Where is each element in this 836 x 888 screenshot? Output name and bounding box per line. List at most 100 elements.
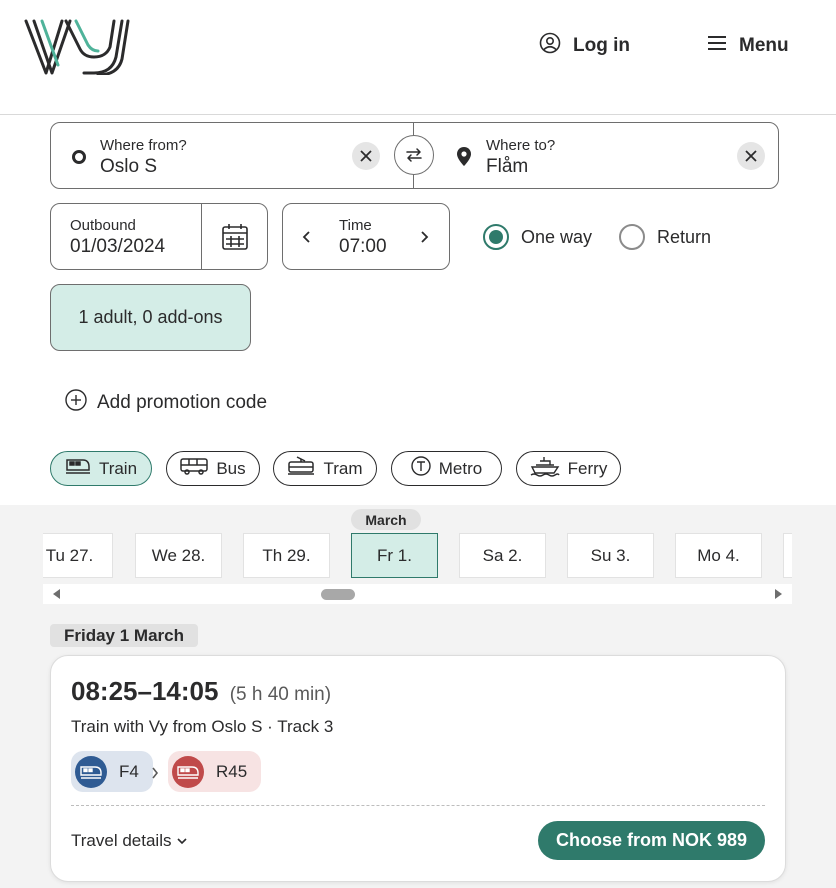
day-heading: Friday 1 March — [50, 624, 198, 647]
scroll-left-arrow-icon[interactable] — [52, 589, 62, 599]
destination-pin-icon — [457, 147, 471, 171]
date-item-mo-4[interactable]: Mo 4. — [675, 533, 762, 578]
outbound-label: Outbound — [70, 217, 136, 234]
swap-icon — [406, 148, 422, 162]
date-item-su-3[interactable]: Su 3. — [567, 533, 654, 578]
trip-card[interactable]: 08:25–14:05 (5 h 40 min) Train with Vy f… — [50, 655, 786, 882]
train-icon — [75, 755, 107, 788]
from-label: Where from? — [100, 137, 187, 154]
mode-tram-toggle[interactable]: Tram — [273, 451, 377, 486]
previous-time-button[interactable] — [302, 230, 312, 249]
choose-trip-button[interactable]: Choose from NOK 989 — [538, 821, 765, 860]
vy-logo[interactable] — [24, 19, 130, 77]
time-value-field[interactable]: Time 07:00 — [339, 217, 387, 258]
chevron-left-icon — [302, 231, 310, 243]
bus-icon — [180, 457, 209, 480]
clear-from-button[interactable] — [352, 142, 380, 170]
trip-time-range: 08:25–14:05 — [71, 676, 219, 706]
date-item-fr-1[interactable]: Fr 1. — [351, 533, 438, 578]
passengers-button[interactable]: 1 adult, 0 add-ons — [50, 284, 251, 351]
trip-times: 08:25–14:05 (5 h 40 min) — [71, 676, 331, 707]
close-icon — [360, 150, 372, 162]
date-item-th-29[interactable]: Th 29. — [243, 533, 330, 578]
origin-dot-icon — [72, 150, 86, 164]
leg-badge-f4: F4 — [71, 751, 153, 792]
login-button[interactable]: Log in — [539, 32, 630, 60]
outbound-date-field[interactable]: Outbound 01/03/2024 — [50, 203, 268, 270]
route-fields: Where from? Oslo S Where to? Flåm — [50, 122, 779, 189]
date-item-tu-27[interactable]: Tu 27. — [43, 533, 113, 578]
swap-stations-button[interactable] — [394, 135, 434, 175]
radio-unselected-icon — [619, 224, 645, 250]
mode-metro-label: Metro — [438, 458, 483, 478]
date-item-next[interactable] — [783, 533, 792, 578]
time-label: Time — [339, 217, 372, 234]
leg-badge-r45: R45 — [168, 751, 262, 792]
site-header: Log in Menu — [0, 0, 836, 115]
chevron-right-icon — [151, 766, 159, 782]
mode-bus-toggle[interactable]: Bus — [166, 451, 260, 486]
mode-train-label: Train — [98, 458, 138, 478]
date-item-we-28[interactable]: We 28. — [135, 533, 222, 578]
promo-label: Add promotion code — [97, 392, 268, 413]
date-label: Fr 1. — [377, 545, 412, 565]
clear-to-button[interactable] — [737, 142, 765, 170]
scroll-thumb[interactable] — [321, 589, 355, 600]
calendar-icon[interactable] — [221, 223, 249, 256]
date-label: Su 3. — [590, 545, 631, 565]
leg-line-label: F4 — [119, 761, 139, 781]
choose-trip-label: Choose from NOK 989 — [555, 830, 748, 850]
chevron-down-icon — [177, 838, 188, 845]
trip-description: Train with Vy from Oslo S · Track 3 — [71, 717, 334, 736]
radio-one-way-label: One way — [521, 226, 593, 247]
user-icon — [539, 32, 561, 60]
mode-ferry-label: Ferry — [567, 458, 608, 478]
mode-bus-label: Bus — [216, 458, 246, 478]
date-strip-scrollbar[interactable] — [43, 584, 792, 604]
train-icon — [65, 457, 91, 480]
passengers-label: 1 adult, 0 add-ons — [78, 307, 223, 327]
next-time-button[interactable] — [419, 230, 429, 249]
date-item-sa-2[interactable]: Sa 2. — [459, 533, 546, 578]
mode-ferry-toggle[interactable]: Ferry — [516, 451, 621, 486]
travel-details-label: Travel details — [71, 831, 172, 850]
scroll-right-arrow-icon[interactable] — [773, 589, 783, 599]
tram-icon — [287, 456, 315, 481]
metro-icon — [411, 456, 431, 481]
radio-selected-icon — [483, 224, 509, 250]
leg-line-label: R45 — [216, 761, 248, 781]
add-promo-code-button[interactable]: Add promotion code — [65, 389, 268, 417]
from-field[interactable]: Where from? Oslo S — [100, 137, 187, 178]
date-label: Tu 27. — [45, 545, 94, 565]
outbound-value: 01/03/2024 — [70, 236, 166, 257]
radio-return-label: Return — [657, 226, 712, 247]
login-label: Log in — [573, 35, 630, 56]
menu-label: Menu — [739, 35, 789, 56]
travel-details-button[interactable]: Travel details — [71, 831, 188, 851]
to-label: Where to? — [486, 137, 556, 154]
time-field: Time 07:00 — [282, 203, 450, 270]
menu-button[interactable]: Menu — [707, 33, 789, 59]
trip-duration: (5 h 40 min) — [229, 684, 332, 705]
plus-circle-icon — [65, 389, 87, 417]
radio-one-way[interactable]: One way — [483, 223, 592, 251]
card-divider — [71, 805, 765, 806]
date-label: Sa 2. — [482, 545, 523, 565]
date-label: Th 29. — [262, 545, 311, 565]
ferry-icon — [530, 455, 560, 482]
train-icon — [172, 755, 204, 788]
hamburger-icon — [707, 34, 727, 58]
radio-return[interactable]: Return — [619, 223, 711, 251]
to-field[interactable]: Where to? Flåm — [486, 137, 555, 178]
chevron-right-icon — [421, 231, 429, 243]
to-value: Flåm — [486, 156, 529, 177]
date-label: Mo 4. — [697, 545, 740, 565]
date-strip: Tu 27. We 28. Th 29. Fr 1. Sa 2. Su 3. M… — [43, 533, 792, 579]
month-badge: March — [351, 509, 421, 530]
mode-train-toggle[interactable]: Train — [50, 451, 152, 486]
mode-metro-toggle[interactable]: Metro — [391, 451, 502, 486]
time-value: 07:00 — [339, 236, 387, 257]
close-icon — [745, 150, 757, 162]
outbound-divider — [201, 204, 202, 269]
from-value: Oslo S — [100, 156, 158, 177]
